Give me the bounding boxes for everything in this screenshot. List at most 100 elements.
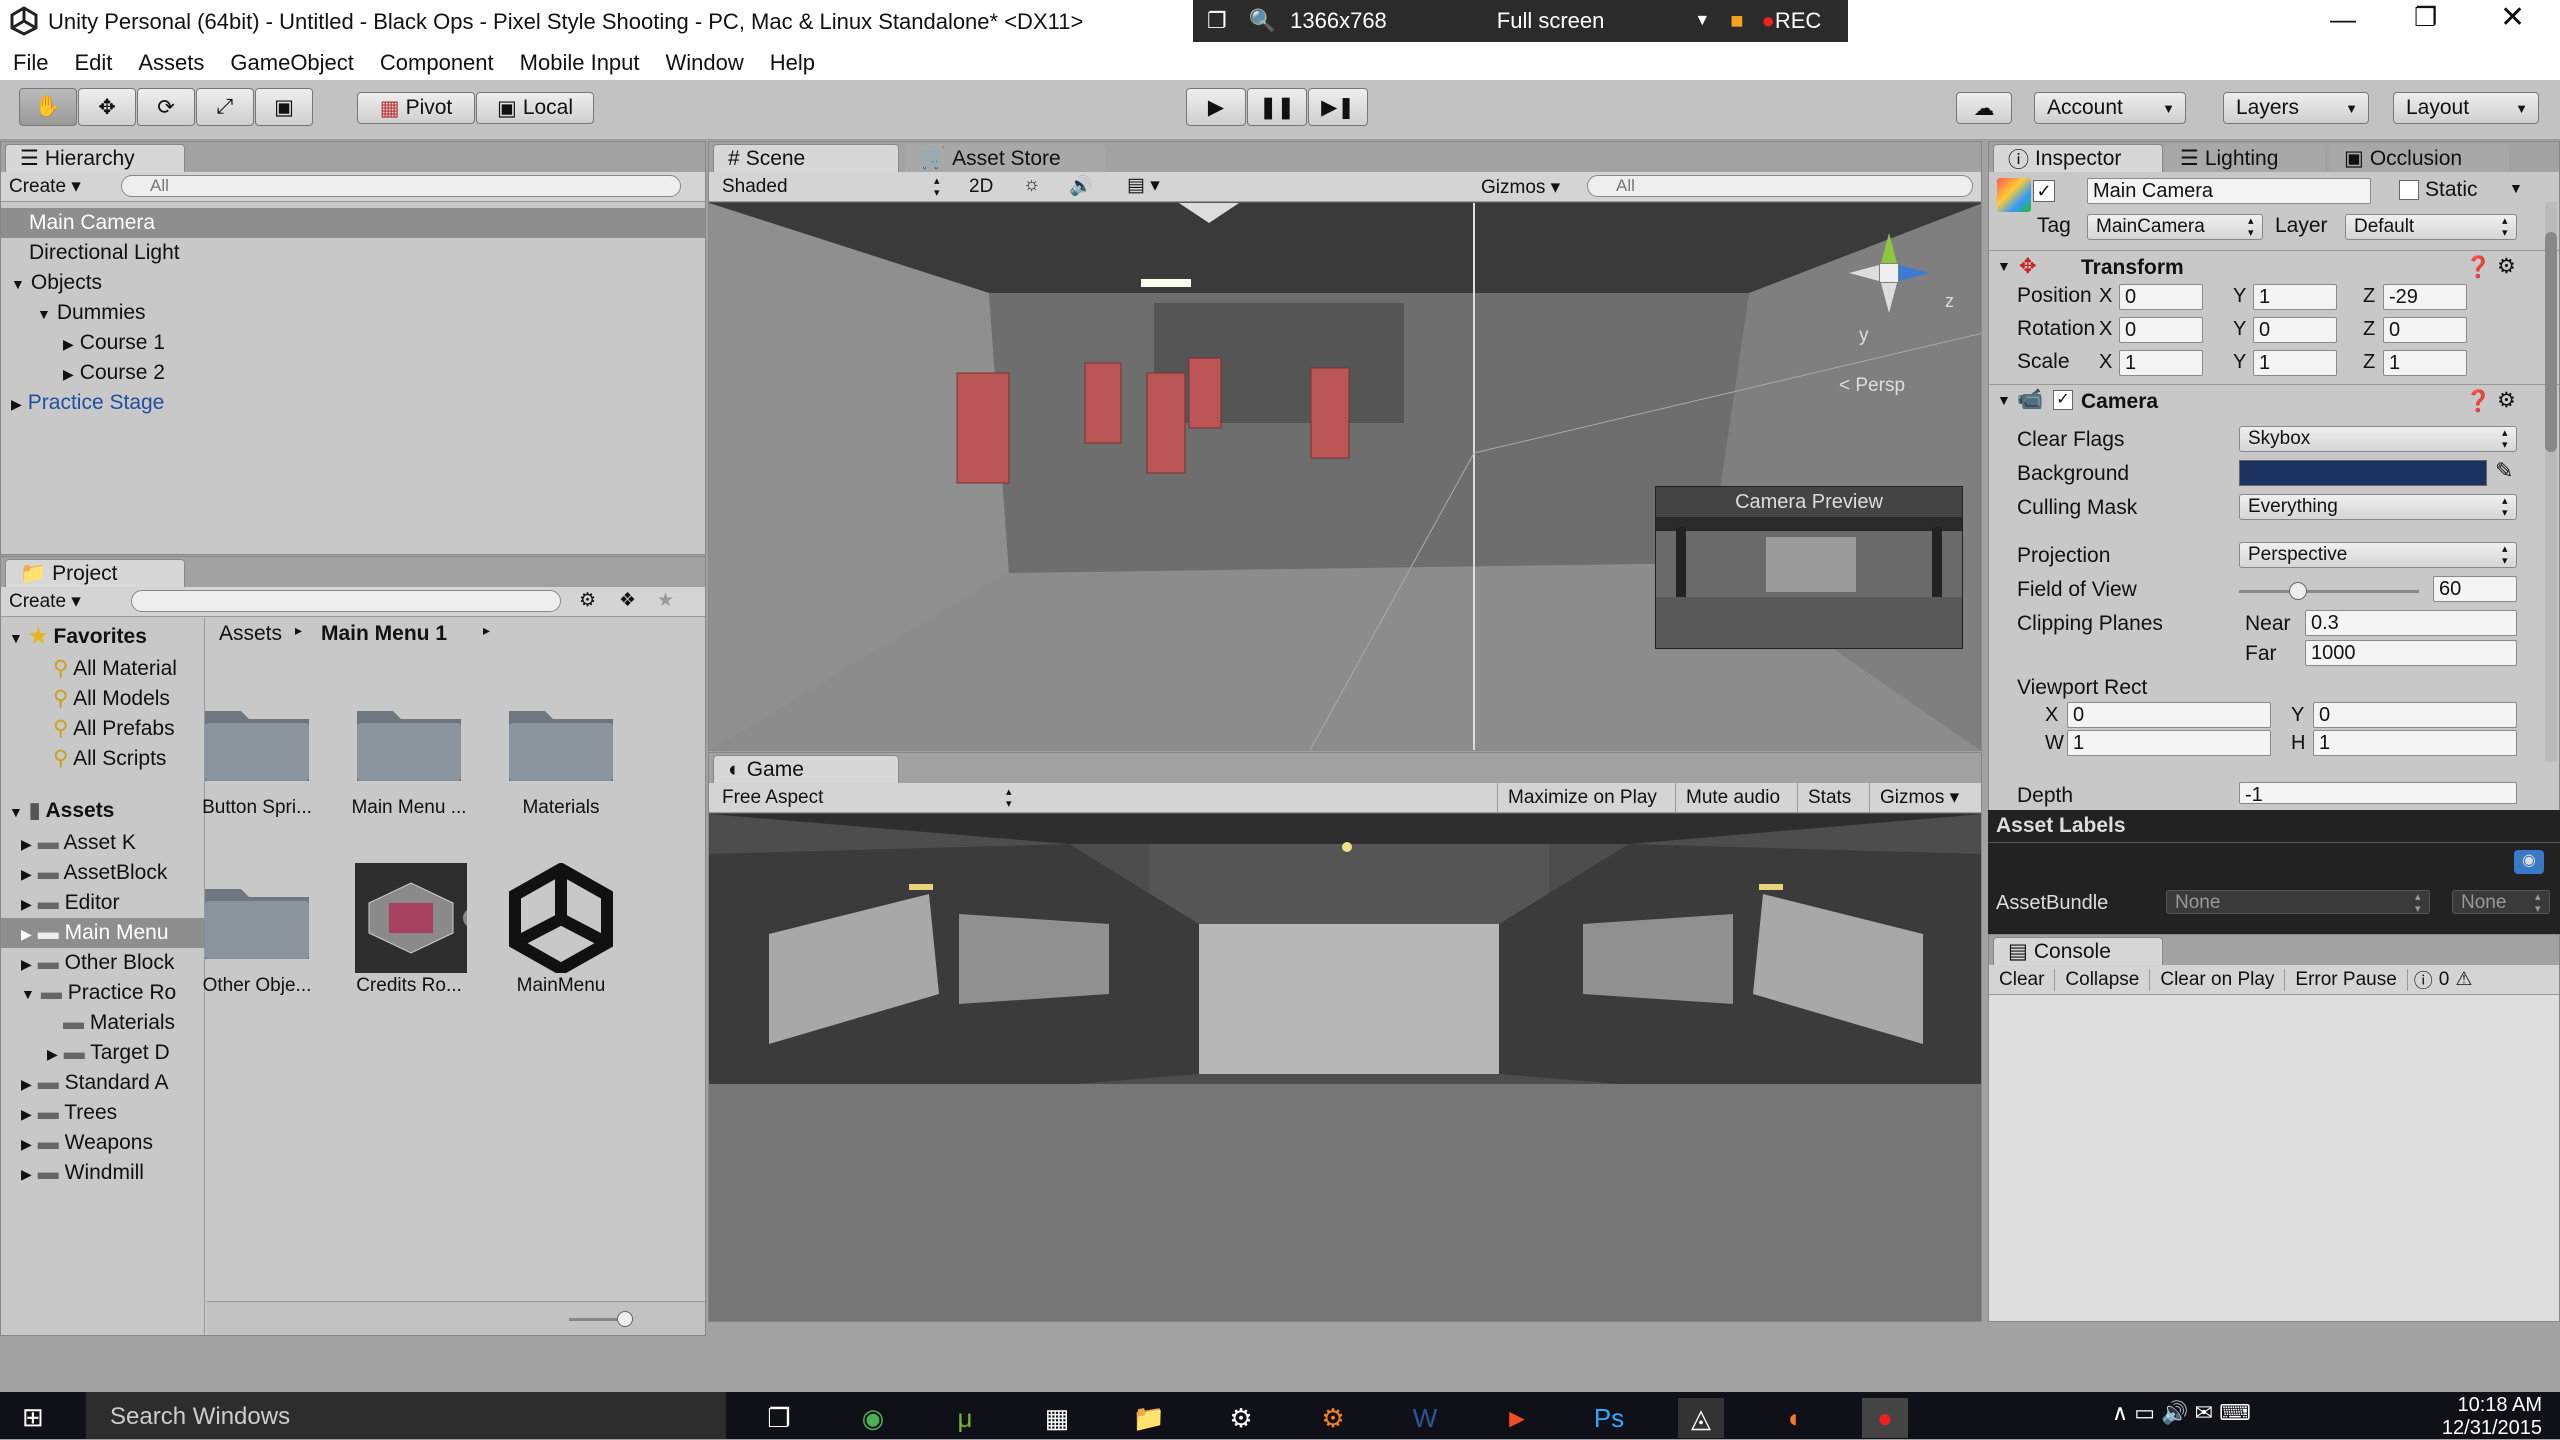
breadcrumb-assets[interactable]: Assets xyxy=(219,622,282,646)
recorder-taskbar-icon[interactable]: ● xyxy=(1862,1398,1908,1438)
folder-icon[interactable] xyxy=(355,701,463,783)
restore-button[interactable]: ❐ xyxy=(2414,2,2437,33)
collapse-arrow-icon[interactable]: ▶ xyxy=(21,896,32,912)
hierarchy-item[interactable]: ▼ Dummies xyxy=(1,298,705,328)
menu-file[interactable]: File xyxy=(0,50,61,76)
rotate-tool-icon[interactable]: ⟳ xyxy=(137,88,195,126)
transform-y-input[interactable]: 1 xyxy=(2253,284,2337,310)
console-collapse-button[interactable]: Collapse xyxy=(2055,968,2151,991)
help-icon[interactable]: ❓ xyxy=(2465,256,2491,280)
asset-tree-item[interactable]: ▶ ▬ Windmill xyxy=(1,1158,205,1188)
asset-tree-item[interactable]: ▶ ▬ Asset K xyxy=(1,828,205,858)
scene-audio-icon[interactable]: 🔊 xyxy=(1069,174,1093,198)
viewport-x-input[interactable]: 0 xyxy=(2067,702,2271,728)
cloud-icon[interactable]: ☁ xyxy=(1956,92,2012,124)
filter-label-icon[interactable]: ❖ xyxy=(619,589,636,612)
rect-tool-icon[interactable]: ▣ xyxy=(255,88,313,126)
task-view-icon[interactable]: ❐ xyxy=(756,1398,802,1438)
expand-arrow-icon[interactable]: ▼ xyxy=(37,306,51,322)
console-clear-button[interactable]: Clear xyxy=(1989,968,2056,991)
label-tag-icon[interactable]: ◉ xyxy=(2514,850,2544,874)
collapse-arrow-icon[interactable]: ▶ xyxy=(63,366,74,382)
asset-tree-item[interactable]: ▶ ▬ Main Menu xyxy=(1,918,205,948)
help-icon[interactable]: ❓ xyxy=(2465,390,2491,414)
static-dropdown-icon[interactable]: ▼ xyxy=(2509,180,2523,196)
gear-icon[interactable]: ⚙ xyxy=(2497,388,2516,413)
project-create-button[interactable]: Create ▾ xyxy=(9,590,81,613)
hierarchy-item[interactable]: Main Camera xyxy=(1,208,705,238)
tab-inspector[interactable]: ⓘ Inspector xyxy=(1993,144,2163,172)
assetbundle-dropdown[interactable]: None xyxy=(2166,890,2430,915)
asset-tree-item[interactable]: ▶ ▬ Other Block xyxy=(1,948,205,978)
fov-input[interactable]: 60 xyxy=(2433,576,2517,602)
minimize-button[interactable]: — xyxy=(2330,4,2356,35)
transform-x-input[interactable]: 0 xyxy=(2119,317,2203,343)
settings-app-icon[interactable]: ⚙ xyxy=(1310,1398,1356,1438)
persp-label[interactable]: < Persp xyxy=(1839,375,1905,397)
collapse-arrow-icon[interactable]: ▶ xyxy=(21,956,32,972)
scene-viewport[interactable]: y z < Persp Camera Preview xyxy=(709,203,1981,750)
menu-help[interactable]: Help xyxy=(757,50,828,76)
unity-taskbar-icon[interactable]: ◬ xyxy=(1678,1398,1724,1438)
transform-x-input[interactable]: 0 xyxy=(2119,284,2203,310)
viewport-y-input[interactable]: 0 xyxy=(2313,702,2517,728)
hierarchy-item[interactable]: Directional Light xyxy=(1,238,705,268)
viewport-h-input[interactable]: 1 xyxy=(2313,730,2517,756)
hierarchy-item[interactable]: ▶ Course 1 xyxy=(1,328,705,358)
chevron-down-icon[interactable]: ▼ xyxy=(1694,12,1710,30)
asset-tree-item[interactable]: ▶ ▬ Standard A xyxy=(1,1068,205,1098)
menu-component[interactable]: Component xyxy=(367,50,507,76)
layout-dropdown[interactable]: Layout ▼ xyxy=(2393,92,2539,124)
asset-tree-item[interactable]: ▬ Materials xyxy=(1,1008,205,1038)
collapse-arrow-icon[interactable]: ▶ xyxy=(21,866,32,882)
fov-slider-thumb[interactable] xyxy=(2289,582,2307,600)
pivot-button[interactable]: ▦ Pivot xyxy=(357,92,475,124)
menu-mobile-input[interactable]: Mobile Input xyxy=(507,50,653,76)
fov-slider-track[interactable] xyxy=(2239,590,2419,593)
prefab-thumbnail-icon[interactable] xyxy=(355,863,483,973)
expand-arrow-icon[interactable]: ▼ xyxy=(21,986,35,1002)
eyedropper-icon[interactable]: ✎ xyxy=(2495,458,2513,484)
gameobject-name-input[interactable]: Main Camera xyxy=(2087,178,2371,204)
asset-tree-item[interactable]: ▶ ▬ AssetBlock xyxy=(1,858,205,888)
transform-z-input[interactable]: 0 xyxy=(2383,317,2467,343)
photoshop-icon[interactable]: Ps xyxy=(1586,1398,1632,1438)
favorite-item[interactable]: ⚲ All Scripts xyxy=(53,746,166,771)
toggle-2d-button[interactable]: 2D xyxy=(969,176,993,198)
camera-enabled-checkbox[interactable]: ✓ xyxy=(2053,390,2073,410)
folder-icon[interactable] xyxy=(507,701,615,783)
hierarchy-search-input[interactable]: All xyxy=(121,175,681,197)
taskbar-search-box[interactable]: Search Windows xyxy=(86,1392,726,1439)
close-button[interactable]: ✕ xyxy=(2500,0,2525,35)
hierarchy-item[interactable]: ▼ Objects xyxy=(1,268,705,298)
clock[interactable]: 10:18 AM 12/31/2015 xyxy=(2422,1394,2542,1440)
account-dropdown[interactable]: Account ▼ xyxy=(2034,92,2186,124)
unity-scene-icon[interactable] xyxy=(507,862,615,976)
collapse-arrow-icon[interactable]: ▶ xyxy=(21,1166,32,1182)
folder-icon[interactable] xyxy=(203,701,311,783)
assets-header[interactable]: ▼ ▮ Assets xyxy=(9,798,114,823)
clear-flags-dropdown[interactable]: Skybox xyxy=(2239,426,2517,452)
scene-gizmos-dropdown[interactable]: Gizmos ▾ xyxy=(1481,176,1560,199)
calculator-icon[interactable]: ▦ xyxy=(1034,1398,1080,1438)
viewport-w-input[interactable]: 1 xyxy=(2067,730,2271,756)
asset-tree-item[interactable]: ▶ ▬ Trees xyxy=(1,1098,205,1128)
media-player-icon[interactable]: ► xyxy=(1494,1398,1540,1438)
game-viewport[interactable] xyxy=(709,814,1981,1321)
tab-lighting[interactable]: ☰ Lighting xyxy=(2165,144,2325,172)
tab-scene[interactable]: # Scene xyxy=(713,144,899,172)
console-clear-on-play-button[interactable]: Clear on Play xyxy=(2150,968,2286,991)
scene-lighting-icon[interactable]: ☼ xyxy=(1023,174,1040,196)
breadcrumb-main-menu[interactable]: Main Menu 1 xyxy=(321,622,447,646)
menu-assets[interactable]: Assets xyxy=(125,50,217,76)
background-color-swatch[interactable] xyxy=(2239,460,2487,486)
culling-mask-dropdown[interactable]: Everything xyxy=(2239,494,2517,520)
collapse-arrow-icon[interactable]: ▶ xyxy=(47,1046,58,1062)
gear-icon[interactable]: ⚙ xyxy=(2497,254,2516,279)
collapse-arrow-icon[interactable]: ▶ xyxy=(21,926,32,942)
windows-start-icon[interactable]: ⊞ xyxy=(22,1402,44,1433)
tab-game[interactable]: ◐ Game xyxy=(713,755,899,783)
recorder-rec-label[interactable]: REC xyxy=(1775,8,1821,34)
asset-tree-item[interactable]: ▼ ▬ Practice Ro xyxy=(1,978,205,1008)
tag-dropdown[interactable]: MainCamera xyxy=(2087,214,2263,240)
